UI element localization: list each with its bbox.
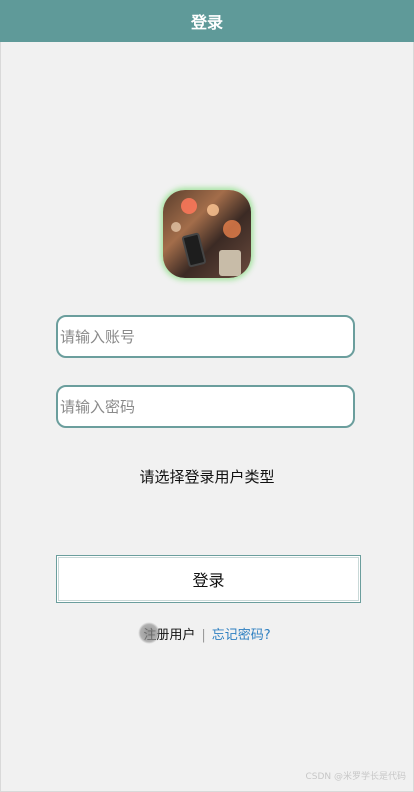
login-button-label: 登录 (192, 571, 225, 590)
user-type-selector[interactable]: 请选择登录用户类型 (0, 466, 414, 487)
watermark: CSDN @米罗学长是代码 (305, 772, 406, 782)
avatar (163, 190, 251, 278)
password-input[interactable] (56, 385, 355, 428)
register-link[interactable]: 注册用户 (143, 628, 195, 643)
username-input[interactable] (56, 315, 355, 358)
link-separator: | (201, 628, 206, 643)
header-bar: 登录 (0, 0, 414, 42)
forgot-password-link[interactable]: 忘记密码? (212, 628, 271, 643)
page-title: 登录 (190, 13, 223, 32)
login-button[interactable]: 登录 (56, 555, 361, 603)
user-type-label: 请选择登录用户类型 (139, 468, 275, 486)
auth-links: 注册用户 | 忘记密码? (0, 624, 414, 643)
